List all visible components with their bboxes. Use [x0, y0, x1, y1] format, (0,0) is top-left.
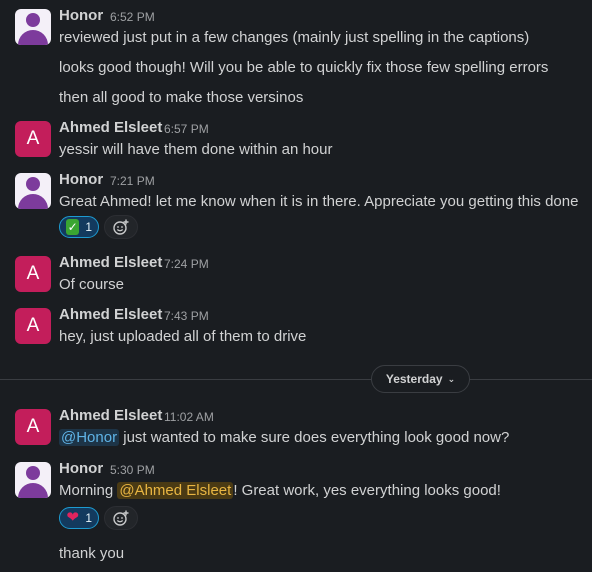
white-check-mark-icon: ✓ — [66, 219, 80, 235]
add-emoji-icon — [113, 219, 129, 235]
author-name[interactable]: Ahmed Elsleet — [59, 119, 162, 136]
avatar-head — [26, 177, 40, 191]
message-text: hey, just uploaded all of them to drive — [59, 328, 307, 345]
date-divider-label: Yesterday — [385, 372, 443, 386]
reaction-check[interactable]: ✓ 1 — [59, 216, 99, 238]
user-mention[interactable]: @Honor — [59, 429, 120, 446]
reaction-count: 1 — [85, 511, 92, 525]
message-text: Morning @Ahmed Elsleet! Great work, yes … — [59, 482, 501, 499]
author-name[interactable]: Honor — [59, 171, 103, 188]
avatar-letter: A — [26, 315, 40, 336]
avatar-honor[interactable] — [15, 9, 51, 45]
message-text: then all good to make those versinos — [59, 89, 304, 106]
message-text: Of course — [59, 276, 125, 293]
avatar-letter: A — [26, 128, 40, 149]
avatar-ahmed[interactable]: A — [15, 308, 51, 344]
avatar-head — [26, 466, 40, 480]
avatar-body — [18, 194, 48, 209]
reaction-heart[interactable]: ❤ 1 — [59, 507, 99, 529]
message-text: thank you — [59, 545, 125, 562]
timestamp[interactable]: 7:24 PM — [164, 257, 209, 271]
avatar-letter: A — [26, 263, 40, 284]
date-divider-line — [0, 379, 592, 380]
avatar-body — [18, 30, 48, 45]
timestamp[interactable]: 5:30 PM — [110, 463, 155, 477]
timestamp[interactable]: 11:02 AM — [164, 410, 214, 424]
add-reaction-button[interactable] — [104, 506, 138, 530]
message-text: Great Ahmed! let me know when it is in t… — [59, 193, 579, 210]
author-name[interactable]: Honor — [59, 7, 103, 24]
message-text-start: Morning — [59, 482, 118, 499]
message-text-rest: ! Great work, yes everything looks good! — [233, 482, 501, 499]
message-text: yessir will have them done within an hou… — [59, 141, 333, 158]
avatar-head — [26, 13, 40, 27]
add-reaction-button[interactable] — [104, 215, 138, 239]
timestamp[interactable]: 7:21 PM — [110, 174, 155, 188]
avatar-honor[interactable] — [15, 173, 51, 209]
avatar-ahmed[interactable]: A — [15, 121, 51, 157]
avatar-ahmed[interactable]: A — [15, 409, 51, 445]
message-text-rest: just wanted to make sure does everything… — [119, 429, 510, 446]
message-text: looks good though! Will you be able to q… — [59, 59, 549, 76]
timestamp[interactable]: 6:57 PM — [164, 122, 209, 136]
author-name[interactable]: Ahmed Elsleet — [59, 254, 162, 271]
add-emoji-icon — [113, 510, 129, 526]
avatar-body — [18, 483, 48, 498]
avatar-ahmed[interactable]: A — [15, 256, 51, 292]
author-name[interactable]: Ahmed Elsleet — [59, 306, 162, 323]
heart-icon: ❤ — [66, 509, 79, 526]
avatar-letter: A — [26, 416, 40, 437]
date-divider-button[interactable]: Yesterday ⌄ — [371, 365, 470, 393]
timestamp[interactable]: 7:43 PM — [164, 309, 209, 323]
avatar-honor[interactable] — [15, 462, 51, 498]
timestamp[interactable]: 6:52 PM — [110, 10, 155, 24]
message-text: @Honor just wanted to make sure does eve… — [59, 429, 509, 446]
author-name[interactable]: Honor — [59, 460, 103, 477]
author-name[interactable]: Ahmed Elsleet — [59, 407, 162, 424]
message-text: reviewed just put in a few changes (main… — [59, 29, 530, 46]
user-mention-self[interactable]: @Ahmed Elsleet — [117, 482, 234, 499]
chevron-down-icon: ⌄ — [447, 373, 456, 384]
reaction-count: 1 — [85, 220, 92, 234]
